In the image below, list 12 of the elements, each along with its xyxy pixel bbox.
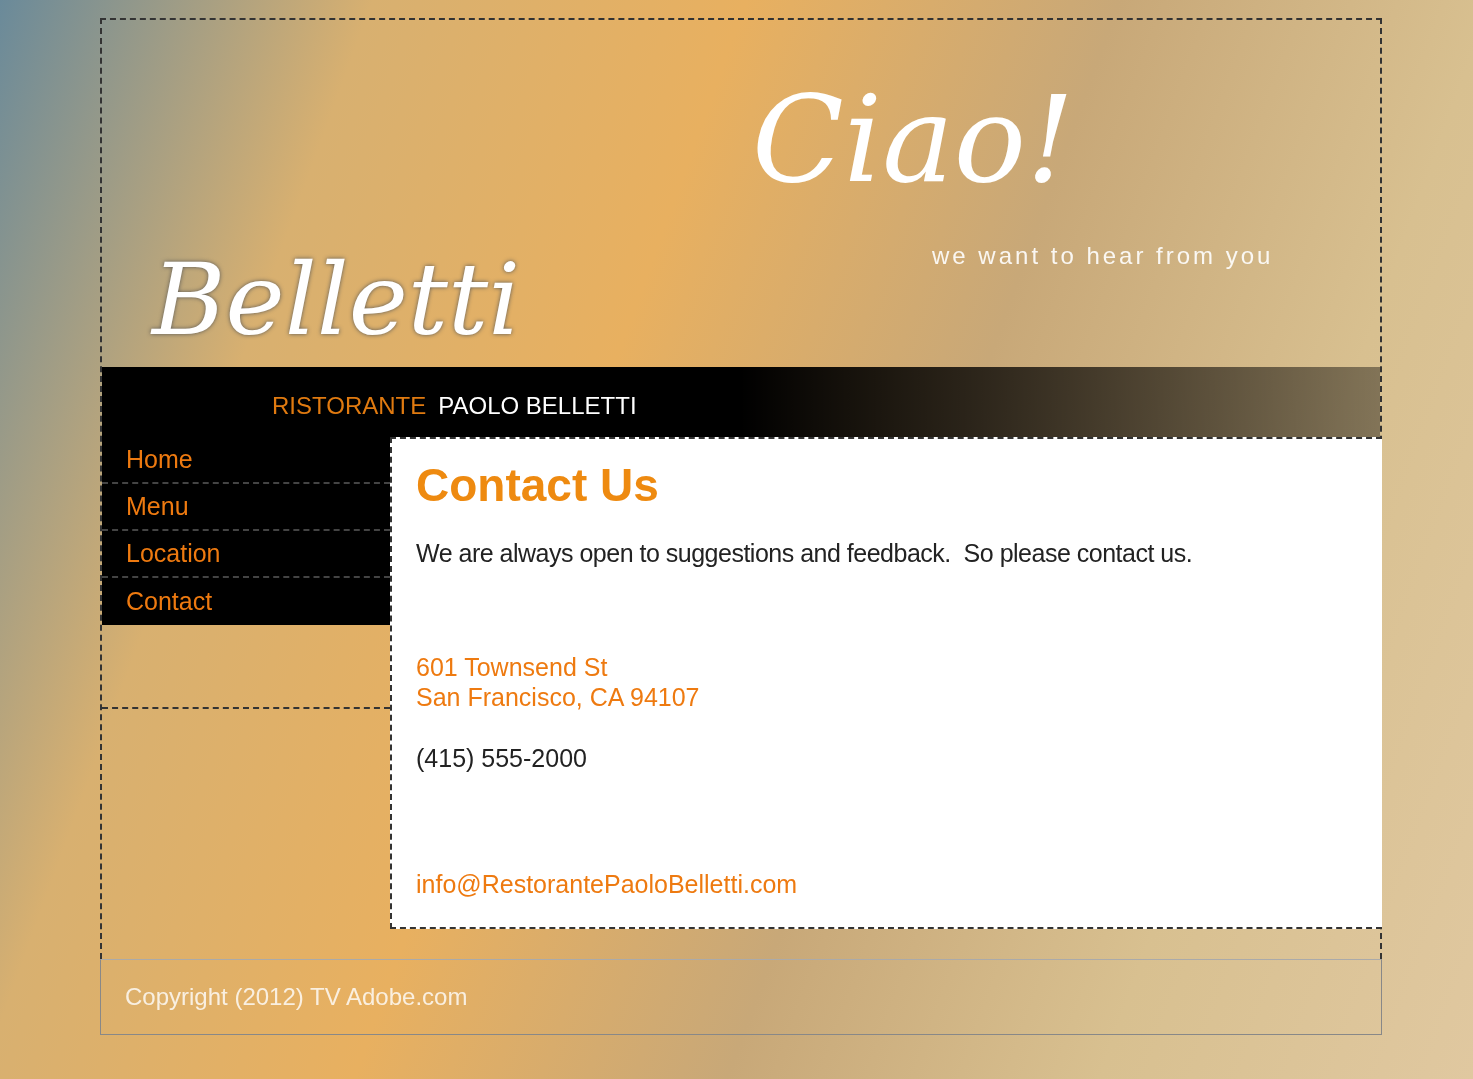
nav-link[interactable]: Contact <box>102 578 390 625</box>
address-line: 601 Townsend St <box>416 652 609 682</box>
logo: Belletti <box>152 250 521 350</box>
brand-prefix: RISTORANTE <box>272 391 427 421</box>
page-heading: Contact Us <box>416 458 660 513</box>
tagline: we want to hear from you <box>932 241 1274 271</box>
address-line: San Francisco, CA 94107 <box>416 682 701 712</box>
brand-name: PAOLO BELLETTI <box>438 391 637 421</box>
script-greeting: Ciao! <box>752 80 1075 200</box>
copyright-text: Copyright (2012) TV Adobe.com <box>125 982 468 1012</box>
phone-number: (415) 555-2000 <box>416 743 588 774</box>
intro-text: We are always open to suggestions and feedback. So please contact us. <box>416 537 1194 569</box>
